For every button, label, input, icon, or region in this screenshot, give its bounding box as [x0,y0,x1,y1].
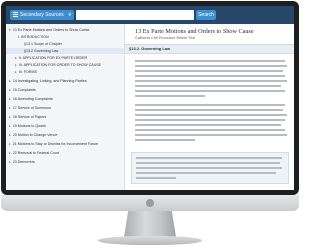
toc-item-label: IV. FORMS [18,70,37,74]
toc-item-part-4[interactable]: ▸ IV. FORMS [15,69,37,75]
body-text-line [135,80,287,82]
toc-item-chapter-16[interactable]: ▸ 16 Amending Complaints [9,96,53,102]
toc-item-label: §13.2 Governing Law [24,49,59,53]
chevron-icon: ▾ [9,28,11,32]
body-text-line [135,124,281,126]
document-title: 13 Ex Parte Motions and Orders to Show C… [135,28,254,35]
section-label: §13.2. Governing Law [129,46,171,51]
body-text-line [135,109,283,111]
toc-item-label: 21 Motions to Stay or Dismiss for Inconv… [12,142,99,146]
body-text-line [135,114,287,116]
body-text-line [135,139,195,141]
chevron-icon: ▸ [9,79,11,83]
toc-item-label: 13 Ex Parte Motions and Orders to Show C… [12,28,90,32]
body-text-line [135,60,285,62]
chevron-icon: ▸ [9,160,11,164]
chevron-icon: ▸ [9,124,11,128]
note-text-line [136,167,282,169]
toc-item-label: II. APPLICATION FOR EX PARTE ORDER [18,56,88,60]
monitor-stand-foot [98,236,202,245]
body-text-line [135,119,285,121]
note-box [131,152,289,184]
apple-logo-icon [146,199,154,207]
chevron-icon: ▸ [9,97,11,101]
body-text-line [135,104,285,106]
toc-item-label: 20 Motion to Change Venue [12,133,58,137]
body-text-line [135,95,205,97]
body-text-line [135,65,287,67]
toc-item-chapter-13[interactable]: ▾ 13 Ex Parte Motions and Orders to Show … [9,27,90,33]
section-header: §13.2. Governing Law [125,44,294,54]
body-text-line [135,90,285,92]
toc-item-chapter-19[interactable]: ▸ 19 Motions to Quash [9,123,46,129]
top-toolbar: Secondary Sources ▾ Search [6,6,294,24]
chevron-down-icon: ▾ [68,12,71,18]
screen: Secondary Sources ▾ Search ▾ 13 Ex Parte … [6,6,294,190]
toc-item-13-2[interactable]: §13.2 Governing Law [6,48,124,54]
toc-item-label: 19 Motions to Quash [12,124,46,128]
toc-item-label: 22 Removal to Federal Court [12,151,59,155]
toc-item-chapter-21[interactable]: ▸ 21 Motions to Stay or Dismiss for Incon… [9,141,98,147]
search-button[interactable]: Search [196,10,216,20]
source-select[interactable]: Secondary Sources ▾ [10,10,74,20]
body-text-line [135,75,285,77]
chevron-icon: ▸ [9,115,11,119]
note-text-line [136,157,282,159]
note-text-line [136,177,176,179]
toc-item-chapter-20[interactable]: ▸ 20 Motion to Change Venue [9,132,57,138]
toc-item-chapter-22[interactable]: ▸ 22 Removal to Federal Court [9,150,59,156]
toc-item-label: 23 Demurrers [12,160,35,164]
note-text-line [136,162,280,164]
chevron-icon: ▸ [15,70,17,74]
toc-item-chapter-17[interactable]: ▸ 17 Service of Summons [9,105,51,111]
toc-item-label: 17 Service of Summons [12,106,51,110]
toc-item-label: 18 Service of Papers [12,115,47,119]
toc-item-label: 15 Complaints [12,88,36,92]
toc-item-label: I. INTRODUCTION [18,35,49,39]
chevron-icon: ▸ [15,56,17,60]
toc-item-label: §13.1 Scope of Chapter [24,42,62,46]
chevron-icon: ▸ [9,88,11,92]
toc-item-introduction[interactable]: I. INTRODUCTION [18,34,49,40]
body-text-line [135,70,283,72]
chevron-icon: ▸ [15,63,17,67]
document-subtitle: California Civil Procedure Before Trial [135,36,195,40]
note-text-line [136,172,276,174]
toc-item-part-3[interactable]: ▸ III. APPLICATION FOR ORDER TO SHOW CAUS… [15,62,101,68]
chevron-icon: ▸ [9,133,11,137]
body-text-line [135,85,281,87]
body-text-line [135,134,287,136]
toc-item-chapter-18[interactable]: ▸ 18 Service of Papers [9,114,46,120]
toc-item-label: 16 Amending Complaints [12,97,53,101]
toc-item-chapter-15[interactable]: ▸ 15 Complaints [9,87,36,93]
table-of-contents: ▾ 13 Ex Parte Motions and Orders to Show … [6,24,125,190]
document-pane: 13 Ex Parte Motions and Orders to Show C… [125,24,294,190]
toc-item-part-2[interactable]: ▸ II. APPLICATION FOR EX PARTE ORDER [15,55,87,61]
monitor-stand-neck [124,211,176,237]
search-input[interactable] [76,10,194,20]
toc-item-13-1[interactable]: §13.1 Scope of Chapter [24,41,62,47]
chevron-icon: ▸ [9,142,11,146]
toc-item-label: III. APPLICATION FOR ORDER TO SHOW CAUSE [18,63,102,67]
toc-item-chapter-14[interactable]: ▸ 14 Investigating, Linking, and Planning… [9,78,87,84]
toc-item-chapter-23[interactable]: ▸ 23 Demurrers [9,159,35,165]
toc-item-label: 14 Investigating, Linking, and Planning … [12,79,87,83]
chevron-icon: ▸ [9,151,11,155]
body-text-line [135,129,285,131]
source-select-label: Secondary Sources [20,12,64,18]
chevron-icon: ▸ [9,106,11,110]
menu-icon [13,11,18,18]
